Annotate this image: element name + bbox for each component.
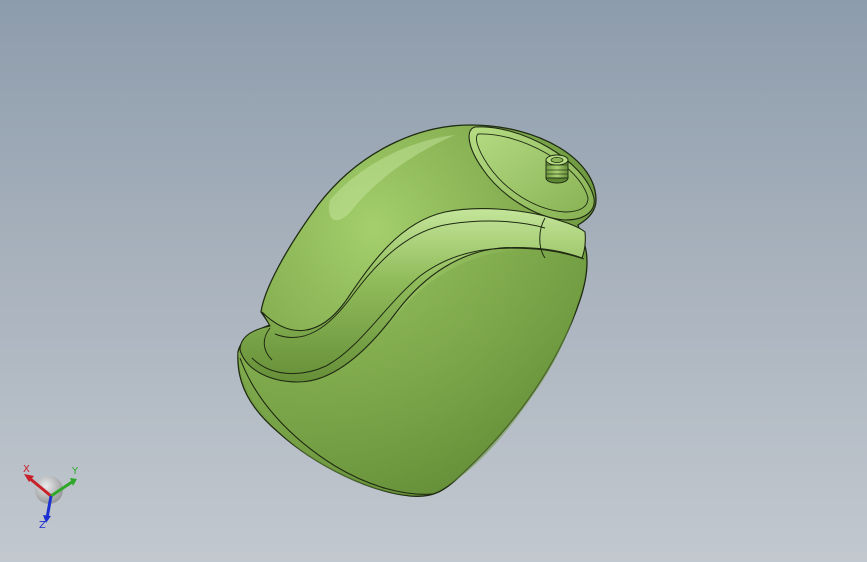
3d-model[interactable] (0, 0, 867, 562)
y-axis-label: Y (71, 466, 79, 477)
z-axis-label: Z (39, 520, 46, 531)
threaded-peg (545, 154, 569, 184)
x-axis-label: X (23, 464, 30, 475)
coordinate-triad: X Y Z (23, 464, 79, 531)
graphics-viewport[interactable]: X Y Z (0, 0, 867, 562)
